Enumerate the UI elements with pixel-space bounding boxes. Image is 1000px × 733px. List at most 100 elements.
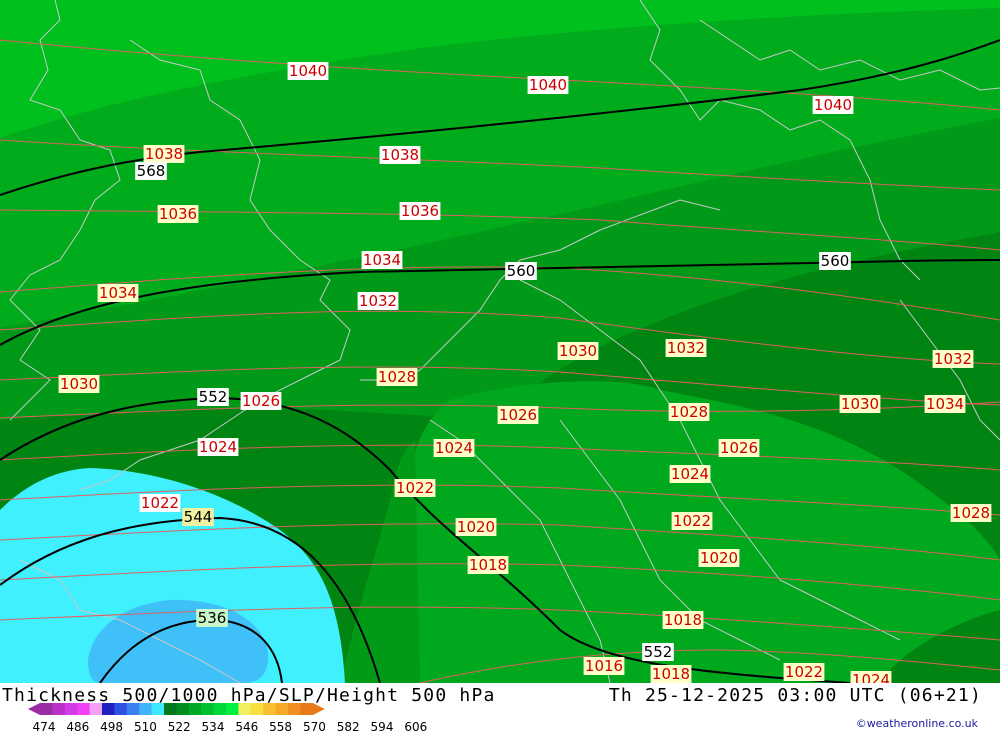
slp-label-text: 1032: [934, 350, 972, 368]
slp-label: 1032: [357, 292, 399, 310]
height-label-text: 536: [198, 609, 227, 627]
slp-label-text: 1026: [720, 439, 758, 457]
slp-label-text: 1022: [785, 663, 823, 681]
thickness-legend: 474 486 498 510 522 534 546 558 570 582 594 606: [28, 703, 427, 733]
legend-tick: 474: [33, 720, 56, 733]
legend-swatch: [188, 703, 202, 715]
legend-tick: 534: [202, 720, 225, 733]
slp-label-text: 1026: [242, 392, 280, 410]
slp-label: 1022: [671, 512, 713, 530]
slp-label-text: 1036: [159, 205, 197, 223]
legend-tick: 546: [235, 720, 258, 733]
legend-swatch: [263, 703, 277, 715]
slp-label: 1022: [394, 479, 436, 497]
legend-tick: 486: [66, 720, 89, 733]
legend-swatch: [250, 703, 264, 715]
slp-label: 1030: [557, 342, 599, 360]
slp-label-text: 1028: [378, 368, 416, 386]
slp-label-text: 1034: [363, 251, 401, 269]
slp-label: 1038: [143, 145, 185, 163]
slp-label: 1016: [583, 657, 625, 675]
slp-label: 1040: [527, 76, 569, 94]
legend-swatch: [275, 703, 289, 715]
legend-swatch: [176, 703, 190, 715]
slp-label: 1034: [924, 395, 966, 413]
slp-label: 1028: [950, 504, 992, 522]
footer: Thickness 500/1000 hPa/SLP/Height 500 hP…: [0, 683, 1000, 733]
slp-label-text: 1016: [585, 657, 623, 675]
slp-label-text: 1032: [667, 339, 705, 357]
map-datetime: Th 25-12-2025 03:00 UTC (06+21): [608, 685, 982, 706]
legend-swatch: [300, 703, 314, 715]
slp-label: 1038: [379, 146, 421, 164]
legend-swatch: [102, 703, 115, 715]
height-label: 560: [819, 252, 851, 270]
slp-label-text: 1038: [381, 146, 419, 164]
slp-label: 1036: [157, 205, 199, 223]
legend-swatch: [126, 703, 140, 715]
slp-label: 1034: [361, 251, 403, 269]
legend-swatch: [238, 703, 252, 715]
height-label: 552: [642, 643, 674, 661]
slp-label-text: 1020: [457, 518, 495, 536]
slp-label: 1032: [665, 339, 707, 357]
slp-label: 1022: [783, 663, 825, 681]
slp-label: 1024: [433, 439, 475, 457]
slp-label-text: 1024: [852, 671, 890, 683]
slp-label-text: 1024: [671, 465, 709, 483]
legend-tick: 582: [337, 720, 360, 733]
slp-label: 1026: [718, 439, 760, 457]
legend-arrow-right: [312, 703, 325, 715]
legend-swatch: [77, 703, 91, 715]
height-label-text: 552: [644, 643, 673, 661]
slp-label-text: 1022: [673, 512, 711, 530]
legend-tick: 558: [269, 720, 292, 733]
slp-label: 1024: [669, 465, 711, 483]
slp-label-text: 1030: [841, 395, 879, 413]
slp-label: 1026: [240, 392, 282, 410]
slp-label-text: 1030: [559, 342, 597, 360]
slp-label-text: 1020: [700, 549, 738, 567]
slp-label: 1028: [668, 403, 710, 421]
legend-swatch: [114, 703, 128, 715]
slp-label-text: 1030: [60, 375, 98, 393]
slp-label: 1028: [376, 368, 418, 386]
height-label: 552: [197, 388, 229, 406]
legend-tick: 570: [303, 720, 326, 733]
legend-swatch: [226, 703, 239, 715]
slp-label: 1030: [58, 375, 100, 393]
slp-label-text: 1018: [664, 611, 702, 629]
height-label-text: 560: [507, 262, 536, 280]
legend-swatch: [288, 703, 301, 715]
legend-tick: 594: [371, 720, 394, 733]
slp-label: 1020: [455, 518, 497, 536]
legend-swatch: [139, 703, 153, 715]
slp-label: 1022: [139, 494, 181, 512]
slp-label-text: 1034: [926, 395, 964, 413]
slp-label: 1030: [839, 395, 881, 413]
legend-tick: 498: [100, 720, 123, 733]
slp-label-text: 1028: [952, 504, 990, 522]
slp-label-text: 1040: [289, 62, 327, 80]
slp-label-text: 1038: [145, 145, 183, 163]
slp-label-text: 1022: [141, 494, 179, 512]
legend-swatch: [52, 703, 66, 715]
legend-tick: 522: [168, 720, 191, 733]
legend-swatch: [164, 703, 177, 715]
legend-tick: 606: [404, 720, 427, 733]
credit-link[interactable]: ©weatheronline.co.uk: [856, 717, 978, 730]
legend-swatch: [213, 703, 227, 715]
slp-label-text: 1018: [469, 556, 507, 574]
slp-label: 1040: [287, 62, 329, 80]
slp-label-text: 1018: [652, 665, 690, 683]
slp-label: 1032: [932, 350, 974, 368]
slp-label: 1018: [467, 556, 509, 574]
legend-swatch: [40, 703, 53, 715]
slp-label: 1020: [698, 549, 740, 567]
slp-label: 1024: [850, 671, 892, 683]
slp-label: 1026: [497, 406, 539, 424]
slp-label-text: 1026: [499, 406, 537, 424]
legend-tick: 510: [134, 720, 157, 733]
slp-label-text: 1022: [396, 479, 434, 497]
thickness-map: 1040 1040 1040 1038 1038 1036 1036 1034 1034 1032…: [0, 0, 1000, 683]
